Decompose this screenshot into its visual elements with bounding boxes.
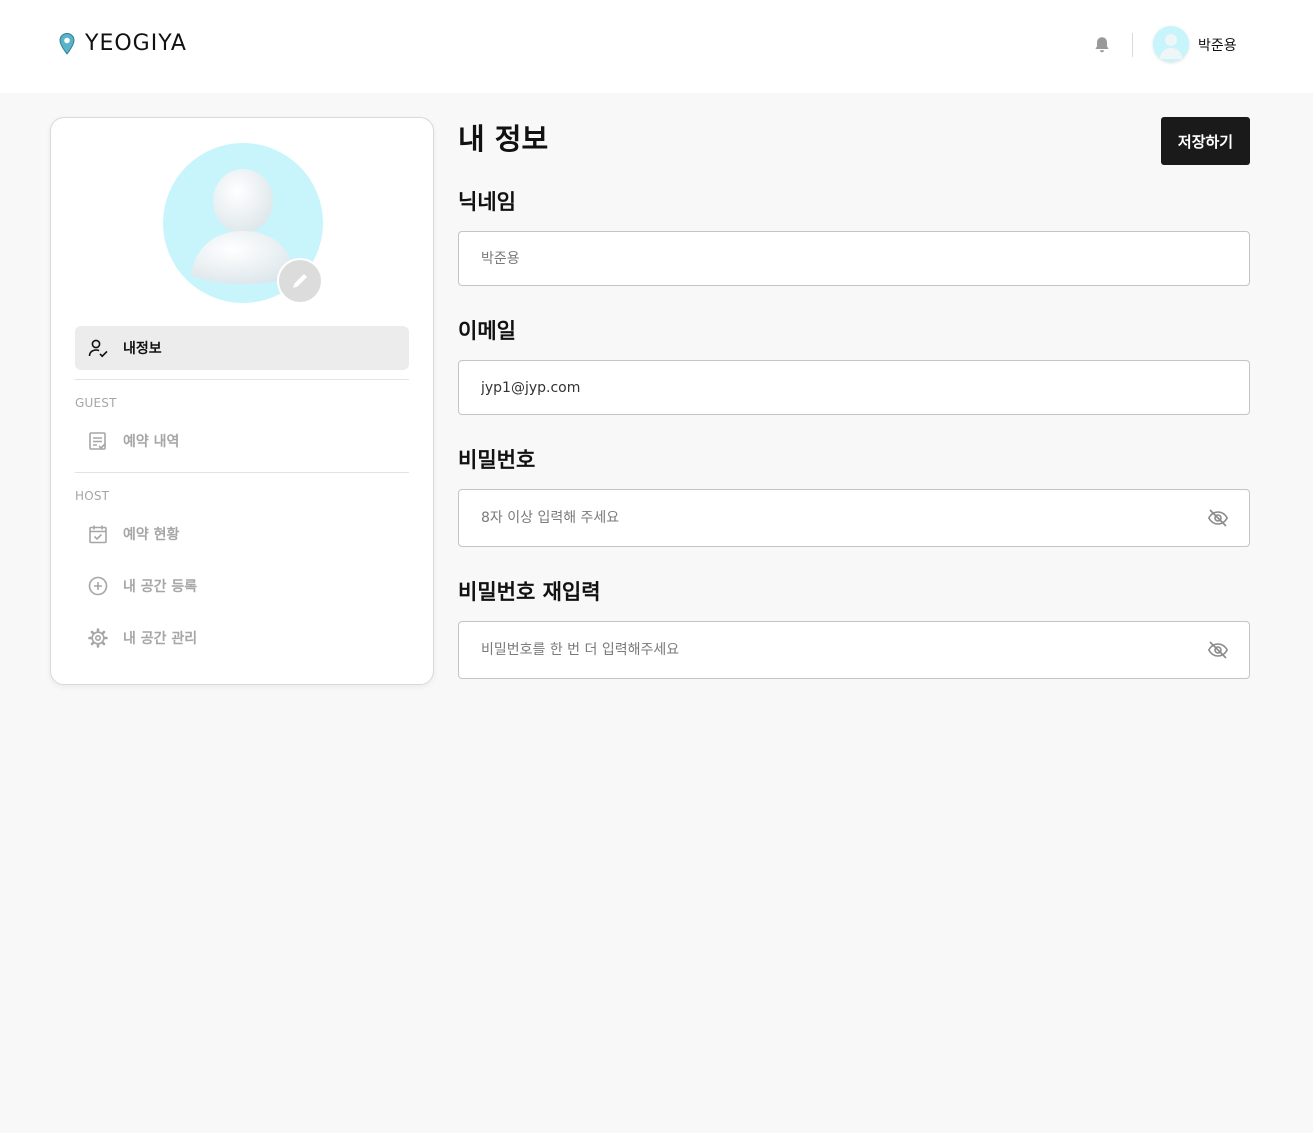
sidebar-item-register-space[interactable]: 내 공간 등록: [75, 564, 409, 608]
map-pin-icon: [59, 32, 75, 55]
eye-off-icon[interactable]: [1207, 507, 1229, 529]
sidebar-item-label: 내 공간 등록: [123, 579, 198, 595]
sidebar-item-my-info[interactable]: 내정보: [75, 326, 409, 370]
user-avatar-icon: [1160, 34, 1182, 59]
guest-section-label: GUEST: [75, 396, 117, 410]
pencil-icon: [293, 274, 307, 288]
header-username[interactable]: 박준용: [1198, 35, 1237, 55]
section-divider: [75, 379, 409, 380]
top-header: YEOGIYA 박준용: [0, 0, 1313, 93]
password-input[interactable]: [481, 490, 1181, 546]
sidebar-item-manage-space[interactable]: 내 공간 관리: [75, 616, 409, 660]
nickname-input[interactable]: [481, 232, 1181, 285]
host-section-label: HOST: [75, 489, 110, 503]
sidebar-item-label: 예약 현황: [123, 527, 180, 543]
sidebar-item-label: 내정보: [123, 341, 162, 357]
email-field: [458, 360, 1250, 415]
plus-circle-icon: [88, 576, 108, 596]
sidebar-item-reservation-status[interactable]: 예약 현황: [75, 512, 409, 556]
sidebar-item-label: 예약 내역: [123, 434, 180, 450]
email-input[interactable]: [481, 361, 1181, 414]
header-avatar[interactable]: [1153, 26, 1189, 62]
password-confirm-label: 비밀번호 재입력: [458, 580, 601, 604]
section-divider: [75, 472, 409, 473]
eye-off-icon[interactable]: [1207, 639, 1229, 661]
header-divider: [1132, 33, 1133, 57]
sidebar-item-reservation-history[interactable]: 예약 내역: [75, 419, 409, 463]
password-confirm-input[interactable]: [481, 622, 1181, 678]
page-title: 내 정보: [458, 122, 549, 156]
edit-avatar-button[interactable]: [277, 258, 323, 304]
calendar-check-icon: [89, 525, 107, 544]
brand-name: YEOGIYA: [85, 31, 187, 56]
user-check-icon: [88, 339, 108, 358]
bell-icon[interactable]: [1092, 35, 1112, 55]
gear-icon: [88, 628, 108, 648]
nickname-label: 닉네임: [458, 190, 516, 214]
nickname-field: [458, 231, 1250, 286]
password-confirm-field: [458, 621, 1250, 679]
email-label: 이메일: [458, 319, 516, 343]
profile-sidebar: 내정보 GUEST 예약 내역 HOST 예약 현황 내 공간 등록 내 공간 …: [50, 117, 434, 685]
password-label: 비밀번호: [458, 448, 536, 472]
list-check-icon: [89, 432, 107, 450]
brand-logo[interactable]: YEOGIYA: [58, 31, 187, 56]
save-button[interactable]: 저장하기: [1161, 117, 1250, 165]
sidebar-item-label: 내 공간 관리: [123, 631, 198, 647]
password-field: [458, 489, 1250, 547]
